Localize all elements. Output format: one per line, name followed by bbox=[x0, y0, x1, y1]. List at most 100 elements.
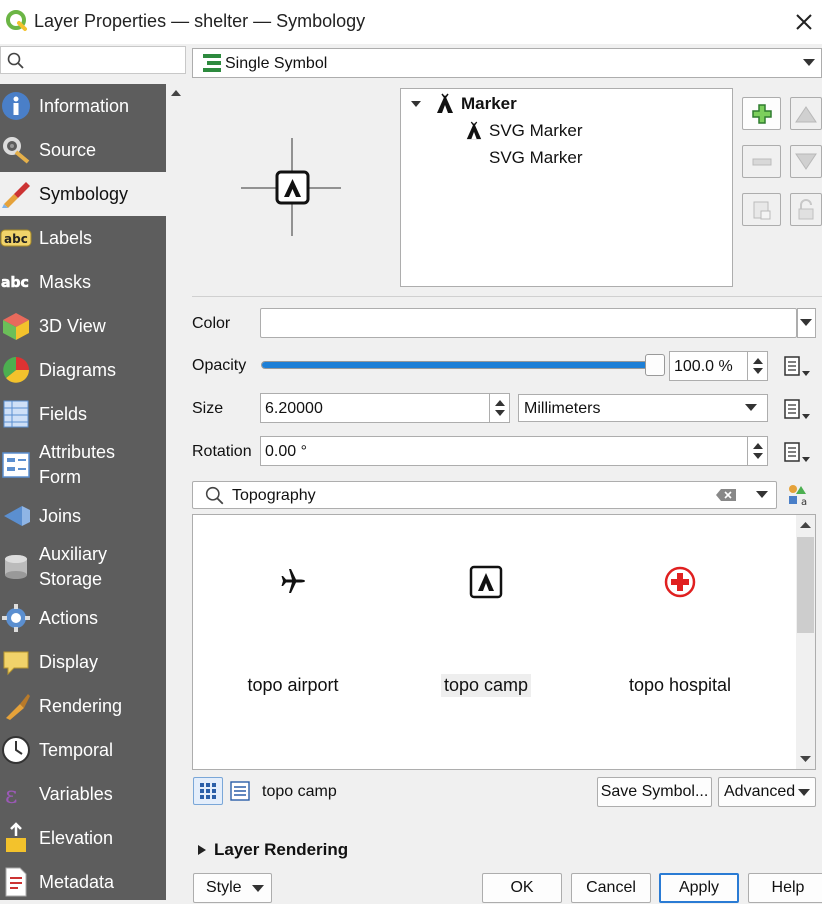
symbol-item-airport[interactable]: topo airport bbox=[203, 565, 383, 697]
sidebar-item-display[interactable]: Display bbox=[0, 640, 166, 684]
color-label: Color bbox=[192, 315, 231, 332]
sidebar-item-label: Metadata bbox=[39, 871, 115, 892]
temporal-icon bbox=[2, 736, 30, 764]
save-symbol-button[interactable]: Save Symbol... bbox=[597, 777, 712, 807]
data-defined-override-icon[interactable] bbox=[782, 439, 812, 465]
symbol-item-camp[interactable]: topo camp bbox=[396, 565, 576, 697]
sidebar-item-information[interactable]: Information bbox=[0, 84, 166, 128]
sidebar-search-input[interactable] bbox=[0, 46, 186, 74]
sidebar-item-label: Diagrams bbox=[39, 359, 117, 380]
sidebar-item-label: Attributes Form bbox=[39, 442, 116, 487]
size-spinner[interactable] bbox=[489, 394, 509, 422]
style-label: Style bbox=[206, 879, 242, 896]
remove-symbol-layer-button[interactable] bbox=[742, 145, 781, 178]
tree-row-svg-marker-1[interactable]: SVG Marker bbox=[465, 121, 583, 141]
sidebar-item-label: Labels bbox=[39, 227, 93, 248]
sidebar-item-elevation[interactable]: Elevation bbox=[0, 816, 166, 860]
plus-icon bbox=[751, 103, 772, 124]
opacity-slider-track[interactable] bbox=[261, 361, 660, 369]
sidebar-item-source[interactable]: Source bbox=[0, 128, 166, 172]
sidebar-item-temporal[interactable]: Temporal bbox=[0, 728, 166, 772]
sidebar-item-attributes-form[interactable]: Attributes Form bbox=[0, 436, 166, 494]
chevron-down-icon[interactable] bbox=[756, 491, 768, 498]
apply-button[interactable]: Apply bbox=[659, 873, 739, 903]
move-up-button[interactable] bbox=[790, 97, 822, 130]
rotation-spinner[interactable] bbox=[747, 437, 767, 465]
chevron-down-icon bbox=[745, 404, 757, 411]
tree-layer-label: SVG Marker bbox=[489, 121, 583, 140]
list-view-icon[interactable] bbox=[229, 780, 251, 802]
chevron-down-icon bbox=[798, 789, 810, 796]
library-search-input[interactable]: Topography bbox=[192, 481, 777, 509]
sidebar-item-labels[interactable]: abc Labels bbox=[0, 216, 166, 260]
clear-icon[interactable] bbox=[715, 488, 737, 502]
diagrams-icon bbox=[3, 357, 29, 383]
tree-layer-label: SVG Marker bbox=[489, 148, 583, 167]
color-button[interactable] bbox=[260, 308, 797, 338]
scroll-up-arrow-icon[interactable] bbox=[796, 515, 815, 535]
arrow-down-icon bbox=[795, 153, 817, 170]
add-symbol-layer-button[interactable] bbox=[742, 97, 781, 130]
move-down-button[interactable] bbox=[790, 145, 822, 178]
advanced-button[interactable]: Advanced bbox=[718, 777, 816, 807]
sidebar-item-variables[interactable]: ε Variables bbox=[0, 772, 166, 816]
sidebar-scrollbar[interactable] bbox=[166, 84, 186, 900]
svg-text:a: a bbox=[801, 497, 807, 508]
rotation-spinbox[interactable]: 0.00 ° bbox=[260, 436, 768, 466]
scroll-thumb[interactable] bbox=[797, 537, 814, 633]
layer-rendering-label: Layer Rendering bbox=[214, 840, 349, 859]
opacity-slider-handle[interactable] bbox=[645, 354, 665, 376]
renderer-label: Single Symbol bbox=[225, 55, 328, 72]
symbol-item-hospital[interactable]: topo hospital bbox=[590, 565, 770, 697]
sidebar-item-rendering[interactable]: Rendering bbox=[0, 684, 166, 728]
tree-row-svg-marker-2[interactable]: SVG Marker bbox=[489, 148, 583, 168]
scroll-down-arrow-icon[interactable] bbox=[796, 749, 815, 769]
layer-rendering-toggle[interactable]: Layer Rendering bbox=[196, 840, 348, 860]
style-button[interactable]: Style bbox=[193, 873, 272, 903]
data-defined-override-icon[interactable] bbox=[782, 353, 812, 379]
rotation-label: Rotation bbox=[192, 443, 252, 460]
elevation-icon bbox=[6, 822, 26, 852]
size-spinbox[interactable]: 6.20000 bbox=[260, 393, 510, 423]
display-icon bbox=[3, 651, 29, 676]
lock-layer-button[interactable] bbox=[790, 193, 822, 226]
sidebar-item-actions[interactable]: Actions bbox=[0, 596, 166, 640]
sidebar-item-masks[interactable]: abc Masks bbox=[0, 260, 166, 304]
sidebar-item-label: Auxiliary Storage bbox=[39, 544, 108, 589]
sidebar-item-diagrams[interactable]: Diagrams bbox=[0, 348, 166, 392]
tree-row-marker[interactable]: Marker bbox=[409, 93, 517, 115]
cancel-button[interactable]: Cancel bbox=[571, 873, 651, 903]
opacity-spinbox[interactable]: 100.0 % bbox=[669, 351, 768, 381]
collapse-arrow-icon[interactable] bbox=[409, 97, 423, 111]
sidebar-item-metadata[interactable]: Metadata bbox=[0, 860, 166, 904]
attributes-form-icon bbox=[2, 452, 30, 478]
duplicate-layer-button[interactable] bbox=[742, 193, 781, 226]
renderer-select[interactable]: Single Symbol bbox=[192, 48, 822, 78]
sidebar-item-symbology[interactable]: Symbology bbox=[0, 172, 166, 216]
sidebar-item-label: Actions bbox=[39, 607, 99, 628]
sidebar-item-label: Symbology bbox=[39, 183, 129, 204]
3d-view-icon bbox=[3, 313, 29, 340]
window-title: Layer Properties — shelter — Symbology bbox=[34, 11, 366, 31]
data-defined-override-icon[interactable] bbox=[782, 396, 812, 422]
sidebar-item-fields[interactable]: Fields bbox=[0, 392, 166, 436]
sidebar-item-label: Rendering bbox=[39, 695, 123, 716]
symbol-item-label: topo hospital bbox=[628, 675, 732, 695]
size-unit-value: Millimeters bbox=[524, 400, 601, 417]
help-button[interactable]: Help bbox=[748, 873, 822, 903]
opacity-spinner[interactable] bbox=[747, 352, 767, 380]
symbol-grid-scrollbar[interactable] bbox=[796, 515, 815, 769]
scroll-up-arrow-icon[interactable] bbox=[166, 84, 186, 102]
ok-button[interactable]: OK bbox=[482, 873, 562, 903]
sidebar-item-label: Masks bbox=[39, 271, 92, 292]
close-button[interactable] bbox=[788, 6, 820, 38]
size-unit-select[interactable]: Millimeters bbox=[518, 394, 768, 422]
style-manager-icon[interactable]: a bbox=[786, 482, 812, 508]
sidebar-item-3d-view[interactable]: 3D View bbox=[0, 304, 166, 348]
color-dropdown-button[interactable] bbox=[797, 308, 816, 338]
icon-view-button[interactable] bbox=[193, 777, 223, 805]
minus-icon bbox=[752, 158, 771, 165]
sidebar-item-joins[interactable]: Joins bbox=[0, 494, 166, 538]
size-value: 6.20000 bbox=[265, 400, 323, 417]
sidebar-item-auxiliary-storage[interactable]: Auxiliary Storage bbox=[0, 538, 166, 596]
